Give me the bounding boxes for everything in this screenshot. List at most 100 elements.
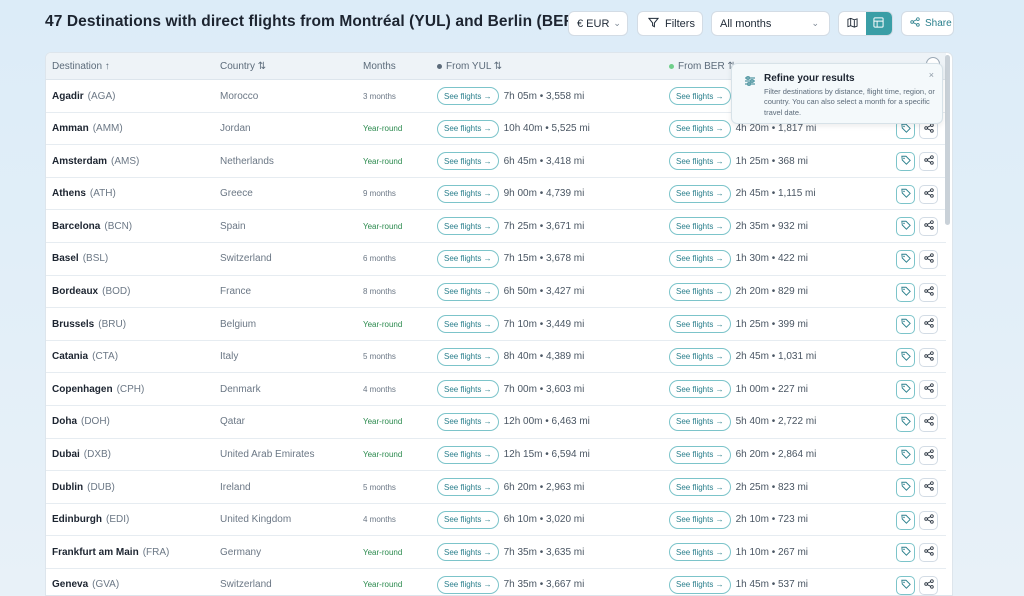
column-destination[interactable]: Destination ↑ (52, 61, 110, 72)
table-view-button[interactable] (865, 12, 892, 35)
row-share-button[interactable] (919, 575, 938, 595)
row-share-button[interactable] (919, 380, 938, 400)
row-share-button[interactable] (919, 315, 938, 335)
see-flights-ber-button[interactable]: See flights → (669, 412, 731, 431)
see-flights-yul-button[interactable]: See flights → (437, 478, 499, 497)
row-share-button[interactable] (919, 217, 938, 237)
close-icon[interactable]: × (929, 70, 934, 80)
filters-button[interactable]: Filters (637, 11, 703, 36)
from-yul-cell: See flights → 7h 15m • 3,678 mi (437, 243, 584, 275)
table-row: Barcelona (BCN) Spain Year-round See fli… (46, 210, 946, 243)
months-cell: Year-round (363, 221, 403, 231)
see-flights-ber-button[interactable]: See flights → (669, 510, 731, 529)
tag-price-button[interactable] (896, 543, 915, 563)
filters-label: Filters (665, 17, 695, 30)
share-icon (923, 546, 934, 559)
country-cell: Denmark (220, 383, 261, 395)
airport-code: (AMS) (111, 155, 140, 167)
from-ber-cell: See flights → 2h 25m • 823 mi (669, 471, 808, 503)
see-flights-yul-button[interactable]: See flights → (437, 87, 499, 105)
see-flights-yul-button[interactable]: See flights → (437, 217, 499, 236)
table-row: Frankfurt am Main (FRA) Germany Year-rou… (46, 536, 946, 569)
row-share-button[interactable] (919, 282, 938, 302)
see-flights-ber-button[interactable]: See flights → (669, 152, 731, 171)
see-flights-yul-button[interactable]: See flights → (437, 184, 499, 203)
see-flights-yul-button[interactable]: See flights → (437, 315, 499, 334)
yul-flight-info: 6h 10m • 3,020 mi (503, 514, 585, 526)
country-cell: Greece (220, 188, 253, 200)
yul-flight-info: 7h 35m • 3,667 mi (503, 579, 585, 591)
see-flights-yul-button[interactable]: See flights → (437, 249, 499, 268)
row-share-button[interactable] (919, 347, 938, 367)
see-flights-ber-button[interactable]: See flights → (669, 217, 731, 236)
see-flights-yul-button[interactable]: See flights → (437, 510, 499, 529)
see-flights-ber-button[interactable]: See flights → (669, 347, 731, 366)
tag-price-button[interactable] (896, 249, 915, 269)
tag-price-button[interactable] (896, 184, 915, 204)
see-flights-ber-button[interactable]: See flights → (669, 575, 731, 594)
row-share-button[interactable] (919, 184, 938, 204)
yul-flight-info: 7h 00m • 3,603 mi (503, 383, 585, 395)
see-flights-ber-button[interactable]: See flights → (669, 380, 731, 399)
see-flights-yul-button[interactable]: See flights → (437, 543, 499, 562)
see-flights-yul-button[interactable]: See flights → (437, 412, 499, 431)
see-flights-ber-button[interactable]: See flights → (669, 282, 731, 301)
column-from-ber[interactable]: From BER ⇅ (669, 61, 736, 72)
row-share-button[interactable] (919, 445, 938, 465)
row-share-button[interactable] (919, 152, 938, 172)
tag-price-button[interactable] (896, 217, 915, 237)
row-share-button[interactable] (919, 510, 938, 530)
tag-price-button[interactable] (896, 510, 915, 530)
ber-flight-info: 1h 10m • 267 mi (735, 546, 809, 558)
see-flights-yul-button[interactable]: See flights → (437, 282, 499, 301)
see-flights-yul-button[interactable]: See flights → (437, 347, 499, 366)
tag-price-button[interactable] (896, 575, 915, 595)
share-button[interactable]: Share (901, 11, 954, 36)
destination-name: Geneva (52, 579, 89, 591)
currency-select[interactable]: € EUR ⌄ (568, 11, 628, 36)
tag-price-button[interactable] (896, 315, 915, 335)
see-flights-ber-button[interactable]: See flights → (669, 119, 731, 138)
tag-price-button[interactable] (896, 282, 915, 302)
see-flights-yul-button[interactable]: See flights → (437, 119, 499, 138)
tag-price-button[interactable] (896, 152, 915, 172)
tag-price-button[interactable] (896, 412, 915, 432)
destination-name: Frankfurt am Main (52, 546, 139, 558)
see-flights-ber-button[interactable]: See flights → (669, 478, 731, 497)
table-row: Brussels (BRU) Belgium Year-round See fl… (46, 308, 946, 341)
see-flights-ber-button[interactable]: See flights → (669, 249, 731, 268)
tag-price-button[interactable] (896, 380, 915, 400)
from-ber-cell: See flights → 2h 45m • 1,031 mi (669, 341, 816, 373)
tag-price-button[interactable] (896, 347, 915, 367)
page-title: 47 Destinations with direct flights from… (45, 13, 581, 30)
row-share-button[interactable] (919, 543, 938, 563)
see-flights-yul-button[interactable]: See flights → (437, 380, 499, 399)
destination-cell: Amsterdam (AMS) (52, 145, 139, 177)
row-share-button[interactable] (919, 478, 938, 498)
column-country[interactable]: Country ⇅ (220, 61, 266, 72)
share-icon (923, 351, 934, 364)
row-share-button[interactable] (919, 412, 938, 432)
ber-flight-info: 1h 25m • 399 mi (735, 318, 809, 330)
see-flights-ber-button[interactable]: See flights → (669, 445, 731, 464)
tag-price-button[interactable] (896, 445, 915, 465)
yul-flight-info: 7h 05m • 3,558 mi (503, 90, 585, 102)
airport-code: (DUB) (87, 481, 115, 493)
map-view-button[interactable] (839, 12, 866, 35)
column-from-yul[interactable]: From YUL ⇅ (437, 61, 502, 72)
months-select[interactable]: All months ⌄ (711, 11, 830, 36)
see-flights-ber-button[interactable]: See flights → (669, 87, 731, 105)
row-share-button[interactable] (919, 249, 938, 269)
see-flights-yul-button[interactable]: See flights → (437, 445, 499, 464)
airport-code: (BSL) (82, 253, 109, 265)
table-scrollbar[interactable] (945, 55, 950, 225)
months-cell: 5 months (363, 352, 396, 362)
tag-price-button[interactable] (896, 478, 915, 498)
months-select-value: All months (720, 17, 772, 30)
see-flights-ber-button[interactable]: See flights → (669, 315, 731, 334)
see-flights-yul-button[interactable]: See flights → (437, 152, 499, 171)
tag-icon (900, 481, 911, 494)
see-flights-yul-button[interactable]: See flights → (437, 575, 499, 594)
see-flights-ber-button[interactable]: See flights → (669, 543, 731, 562)
see-flights-ber-button[interactable]: See flights → (669, 184, 731, 203)
